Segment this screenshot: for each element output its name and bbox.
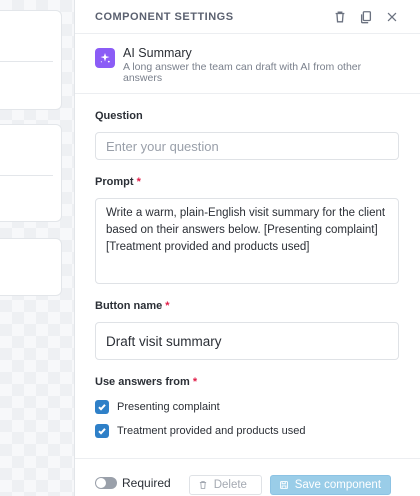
button-name-input[interactable]: [95, 322, 399, 360]
required-mark: *: [136, 176, 141, 188]
trash-icon[interactable]: [332, 9, 348, 25]
component-text: AI Summary A long answer the team can dr…: [123, 46, 400, 84]
canvas-card: [0, 238, 62, 296]
save-label: Save component: [294, 479, 382, 491]
settings-form: Question Prompt * Write a warm, plain-En…: [75, 94, 420, 438]
question-label: Question: [95, 110, 143, 122]
use-answers-label: Use answers from *: [95, 376, 198, 388]
delete-label: Delete: [213, 479, 247, 491]
component-settings-panel: COMPONENT SETTINGS AI Summary A long ans…: [74, 0, 420, 496]
answer-option[interactable]: Treatment provided and products used: [95, 424, 400, 438]
button-name-label: Button name *: [95, 300, 170, 312]
answer-option-label: Presenting complaint: [117, 401, 220, 413]
prompt-textarea[interactable]: Write a warm, plain-English visit summar…: [95, 198, 399, 284]
required-mark: *: [165, 300, 170, 312]
header-actions: [332, 9, 400, 25]
copy-icon[interactable]: [358, 9, 374, 25]
prompt-label: Prompt *: [95, 176, 141, 188]
component-summary: AI Summary A long answer the team can dr…: [75, 34, 420, 94]
panel-header: COMPONENT SETTINGS: [75, 0, 420, 34]
canvas-card: [0, 10, 62, 110]
required-label: Required: [122, 476, 171, 490]
toggle-knob: [96, 478, 106, 488]
question-input[interactable]: [95, 132, 399, 160]
save-component-button[interactable]: Save component: [269, 475, 391, 495]
card-divider: [0, 175, 53, 176]
answer-option-label: Treatment provided and products used: [117, 425, 306, 437]
panel-title: COMPONENT SETTINGS: [95, 10, 234, 23]
component-name: AI Summary: [123, 46, 192, 60]
required-mark: *: [192, 376, 198, 388]
close-icon[interactable]: [384, 9, 400, 25]
answer-option[interactable]: Presenting complaint: [95, 400, 400, 414]
trash-icon: [199, 481, 206, 489]
checkbox-checked[interactable]: [95, 424, 109, 438]
panel-footer: Required Delete Save component: [75, 458, 420, 496]
card-divider: [0, 61, 53, 62]
canvas-card: [0, 124, 62, 222]
save-icon: [279, 481, 288, 489]
delete-button[interactable]: Delete: [188, 475, 262, 495]
sparkle-icon: [95, 48, 115, 68]
checkbox-checked[interactable]: [95, 400, 109, 414]
component-description: A long answer the team can draft with AI…: [123, 61, 362, 84]
required-toggle[interactable]: [95, 477, 117, 489]
